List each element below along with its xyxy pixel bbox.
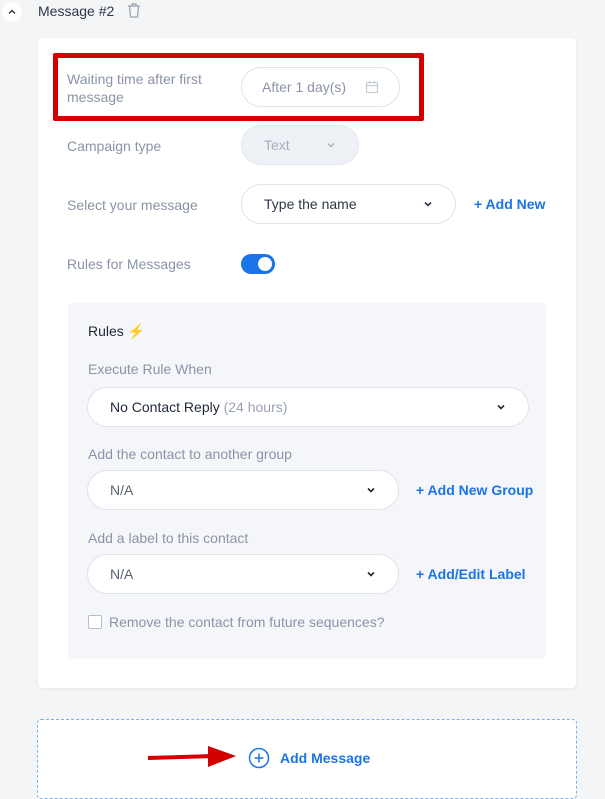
message-select-placeholder: Type the name xyxy=(264,196,357,212)
message-title: Message #2 xyxy=(38,3,115,19)
add-edit-label-link[interactable]: + Add/Edit Label xyxy=(416,566,526,582)
message-header: Message #2 xyxy=(0,0,605,30)
red-arrow-annotation xyxy=(147,746,236,767)
label-value: N/A xyxy=(110,566,134,582)
waiting-time-label: Waiting time after first message xyxy=(67,71,202,105)
campaign-type-label: Campaign type xyxy=(67,138,162,154)
chevron-down-icon xyxy=(327,143,335,148)
waiting-time-field[interactable]: After 1 day(s) xyxy=(241,67,400,107)
add-message-button[interactable]: Add Message xyxy=(280,750,370,766)
waiting-time-value: After 1 day(s) xyxy=(262,79,347,95)
chevron-down-icon xyxy=(367,571,375,577)
execute-rule-select[interactable]: No Contact Reply (24 hours) xyxy=(87,387,529,427)
chevron-down-icon xyxy=(367,487,375,493)
label-select[interactable]: N/A xyxy=(87,554,399,594)
chevron-up-icon xyxy=(8,9,16,14)
rules-for-messages-label: Rules for Messages xyxy=(67,256,191,272)
label-label: Add a label to this contact xyxy=(88,530,249,546)
message-select[interactable]: Type the name xyxy=(241,184,456,224)
group-label: Add the contact to another group xyxy=(88,446,292,462)
chevron-down-icon xyxy=(424,201,432,207)
toggle-knob xyxy=(258,257,272,271)
execute-rule-value: No Contact Reply (24 hours) xyxy=(110,399,496,415)
execute-rule-main: No Contact Reply xyxy=(110,399,220,415)
trash-icon[interactable] xyxy=(126,2,142,19)
rules-title-text: Rules xyxy=(88,323,124,339)
execute-rule-suffix: (24 hours) xyxy=(223,399,288,415)
group-select[interactable]: N/A xyxy=(87,470,399,510)
remove-contact-label: Remove the contact from future sequences… xyxy=(109,614,385,630)
rules-title: Rules ⚡ xyxy=(88,323,145,340)
collapse-button[interactable] xyxy=(2,2,22,22)
select-message-label: Select your message xyxy=(67,197,198,213)
calendar-icon xyxy=(365,81,379,94)
plus-circle-icon[interactable] xyxy=(248,747,270,769)
execute-rule-label: Execute Rule When xyxy=(88,361,212,377)
add-new-group-link[interactable]: + Add New Group xyxy=(416,482,533,498)
campaign-type-select[interactable]: Text xyxy=(241,125,359,165)
add-new-message-link[interactable]: + Add New xyxy=(474,196,545,212)
rules-toggle[interactable] xyxy=(241,254,275,274)
chevron-down-icon xyxy=(497,404,505,410)
remove-contact-checkbox[interactable] xyxy=(88,615,102,629)
lightning-icon: ⚡ xyxy=(127,323,146,339)
message-card: Waiting time after first message After 1… xyxy=(38,38,576,688)
campaign-type-value: Text xyxy=(264,137,290,153)
rules-panel: Rules ⚡ Execute Rule When No Contact Rep… xyxy=(68,303,546,659)
group-value: N/A xyxy=(110,482,134,498)
